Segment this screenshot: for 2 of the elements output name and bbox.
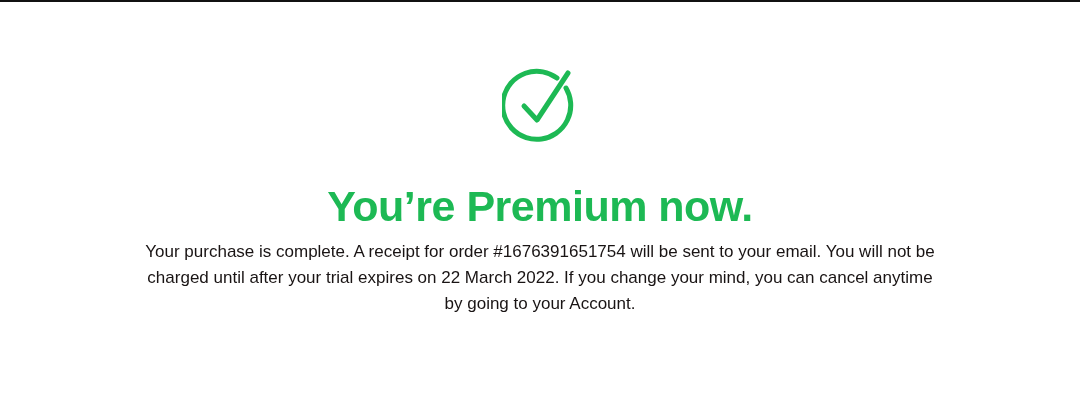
page-title: You’re Premium now. [327,182,753,231]
confirmation-message: Your purchase is complete. A receipt for order #1676391651754 will be sent to your email. You will not be charged until after your trial expires on 22 March 2022. If you change your mind, you can cancel anytime by going to your Account. [144,241,936,315]
